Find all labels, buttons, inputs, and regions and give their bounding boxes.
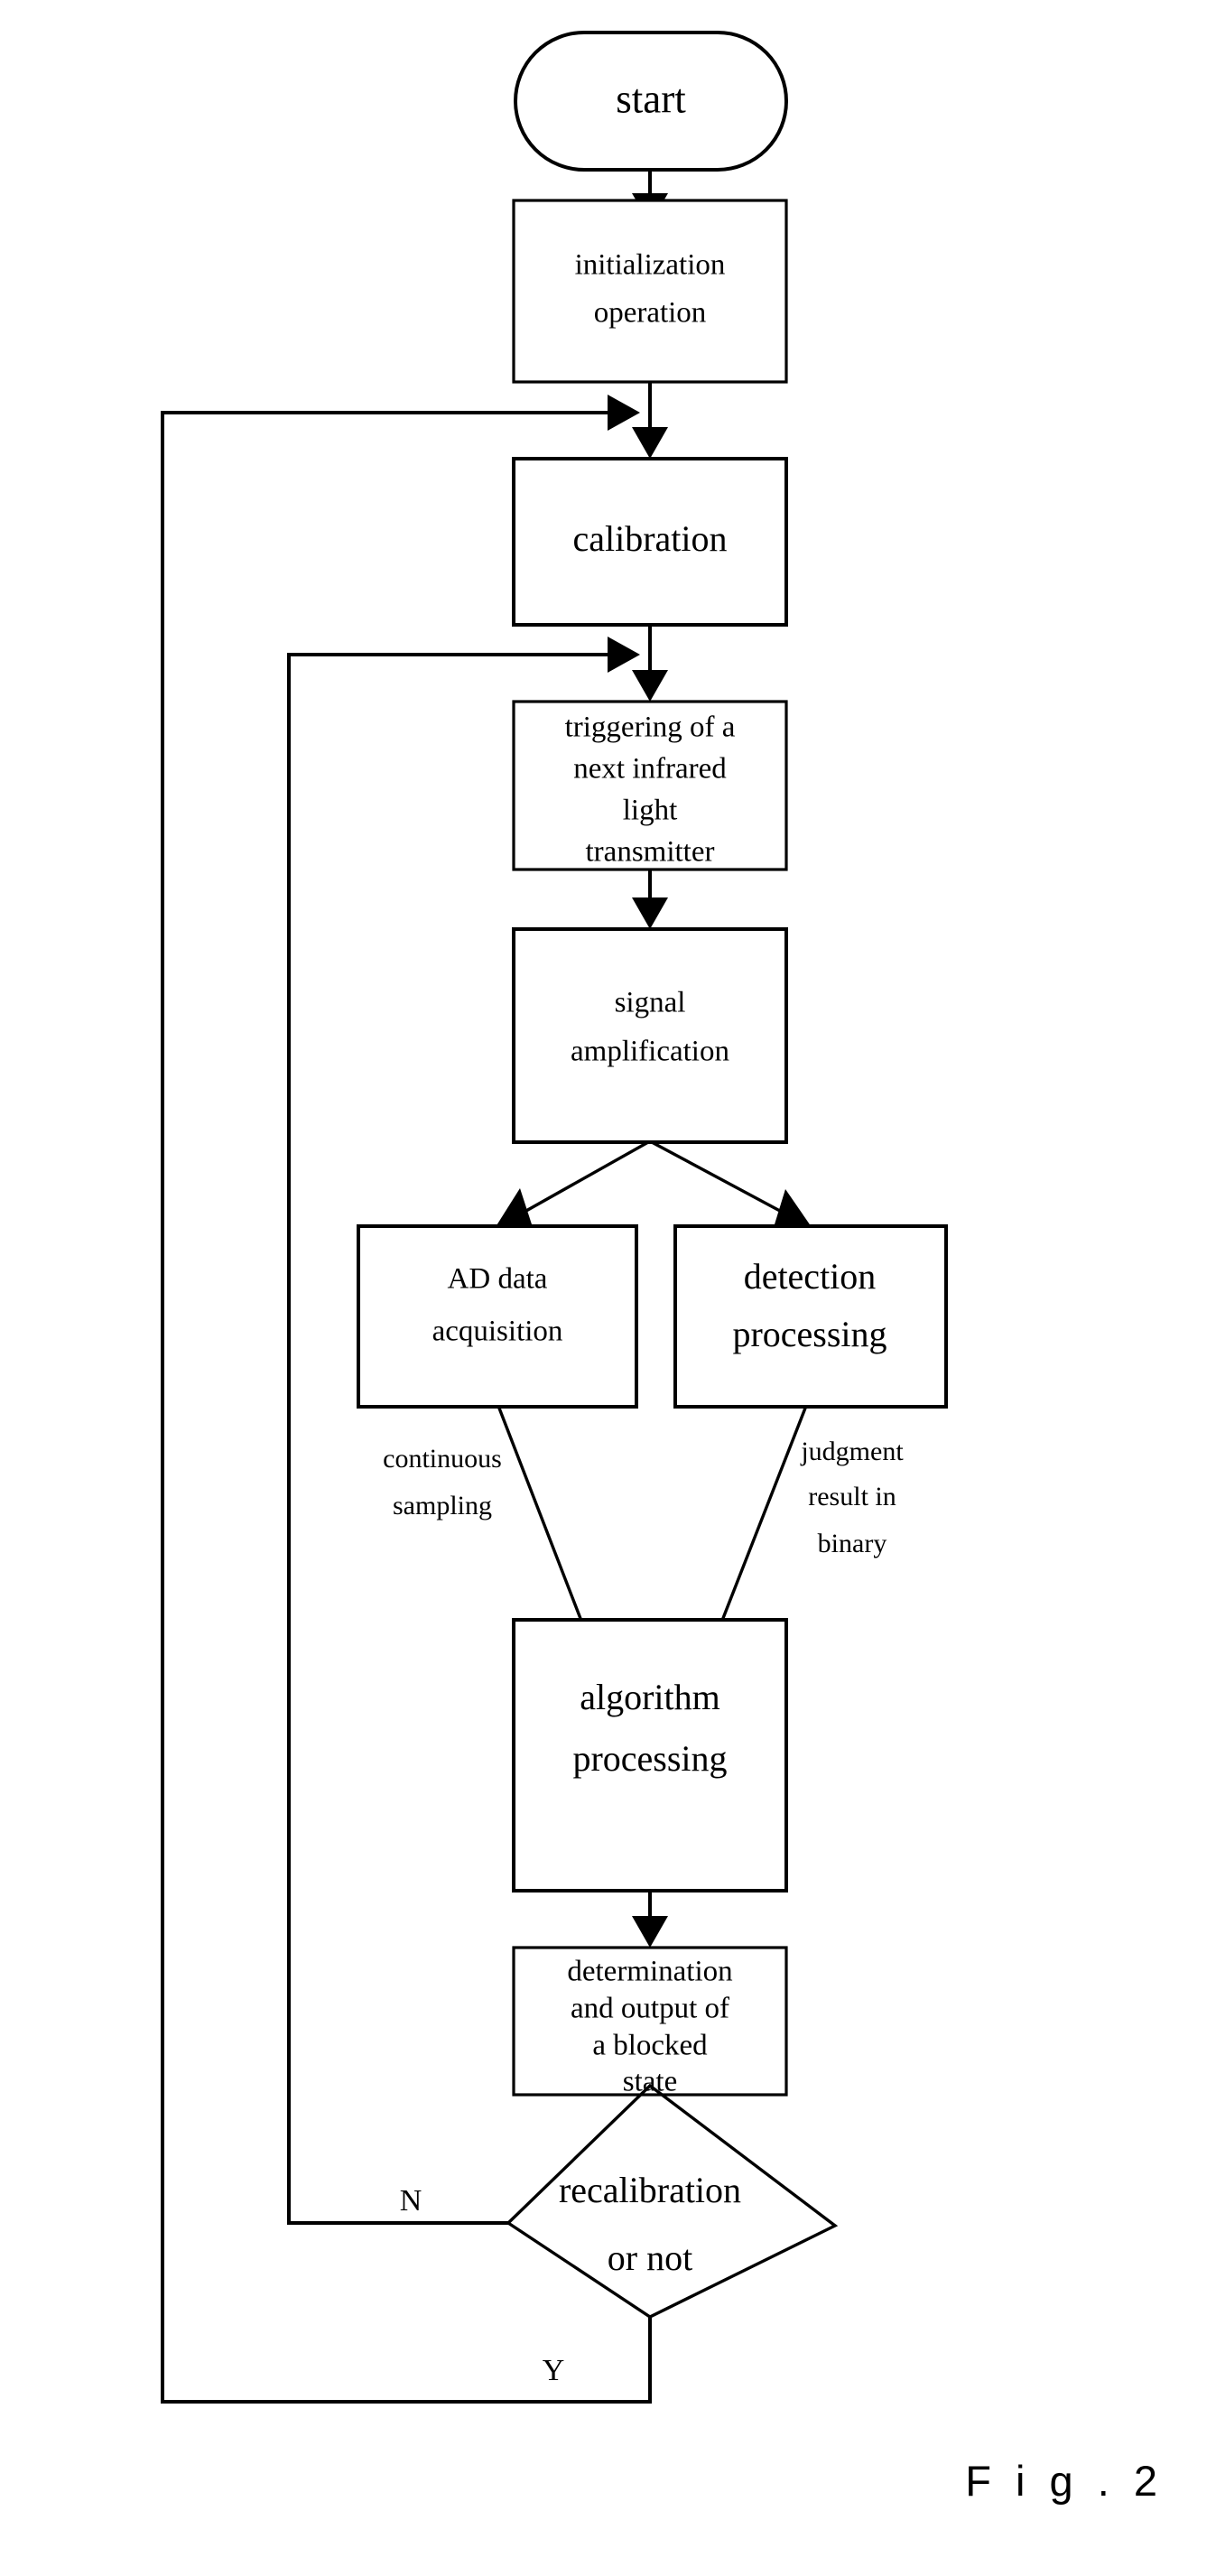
- edge-calibration-to-triggering: [632, 625, 668, 702]
- node-initialization-line-2: operation: [594, 297, 707, 330]
- node-triggering[interactable]: triggering of a next infrared light tran…: [512, 700, 788, 871]
- figure-root: start initialization operation calibrati…: [0, 0, 1216, 2576]
- node-initialization[interactable]: initialization operation: [512, 199, 788, 384]
- node-algorithm[interactable]: algorithm processing: [512, 1618, 788, 1892]
- node-amplification-line-1: signal: [615, 987, 686, 1019]
- node-start-label: start: [616, 76, 686, 121]
- figure-caption: F i g . 2: [965, 2457, 1164, 2505]
- edge-amplification-to-detection: [651, 1140, 813, 1230]
- node-ad-acquisition-line-1: AD data: [448, 1263, 548, 1296]
- edge-label-continuous-sampling-line-2: sampling: [393, 1491, 492, 1520]
- node-determination-line-4: state: [623, 2066, 677, 2098]
- branch-label-yes: Y: [543, 2354, 565, 2387]
- edge-algorithm-to-determination: [632, 1891, 668, 1948]
- flowchart-canvas: start initialization operation calibrati…: [161, 31, 948, 2404]
- node-calibration-label: calibration: [572, 518, 727, 559]
- node-recalibration[interactable]: recalibration or not: [506, 2083, 839, 2319]
- node-determination-line-3: a blocked: [592, 2030, 708, 2062]
- edge-label-continuous-sampling-line-1: continuous: [383, 1444, 502, 1474]
- branch-label-no: N: [400, 2184, 422, 2218]
- node-recalibration-line-1: recalibration: [559, 2170, 741, 2210]
- node-triggering-line-3: light: [623, 795, 678, 827]
- edge-label-continuous-sampling: continuous sampling: [383, 1444, 502, 1520]
- edge-label-judgment-binary-line-3: binary: [818, 1529, 887, 1558]
- edge-label-judgment-binary-line-1: judgment: [800, 1437, 904, 1466]
- node-determination[interactable]: determination and output of a blocked st…: [512, 1946, 788, 2098]
- node-triggering-line-1: triggering of a: [565, 711, 736, 744]
- node-ad-acquisition[interactable]: AD data acquisition: [357, 1224, 638, 1409]
- node-amplification-line-2: amplification: [571, 1036, 729, 1068]
- edge-amplification-to-ad-acquisition: [494, 1140, 649, 1230]
- node-recalibration-line-2: or not: [608, 2237, 692, 2278]
- node-initialization-line-1: initialization: [575, 249, 726, 282]
- edge-label-judgment-binary: judgment result in binary: [800, 1437, 904, 1558]
- node-algorithm-line-1: algorithm: [580, 1677, 720, 1717]
- node-amplification[interactable]: signal amplification: [512, 927, 788, 1144]
- node-detection-line-1: detection: [744, 1256, 877, 1297]
- edge-initialization-to-calibration: [632, 382, 668, 459]
- edge-label-judgment-binary-line-2: result in: [808, 1482, 896, 1511]
- node-ad-acquisition-line-2: acquisition: [432, 1316, 563, 1348]
- node-triggering-line-4: transmitter: [586, 836, 715, 869]
- node-calibration[interactable]: calibration: [512, 457, 788, 627]
- node-determination-line-2: and output of: [571, 1993, 729, 2025]
- node-start[interactable]: start: [514, 31, 788, 172]
- node-algorithm-line-2: processing: [572, 1738, 727, 1779]
- node-detection-line-2: processing: [732, 1314, 886, 1354]
- edge-triggering-to-amplification: [632, 870, 668, 929]
- node-determination-line-1: determination: [567, 1956, 732, 1988]
- node-triggering-line-2: next infrared: [573, 753, 727, 786]
- node-detection[interactable]: detection processing: [673, 1224, 948, 1409]
